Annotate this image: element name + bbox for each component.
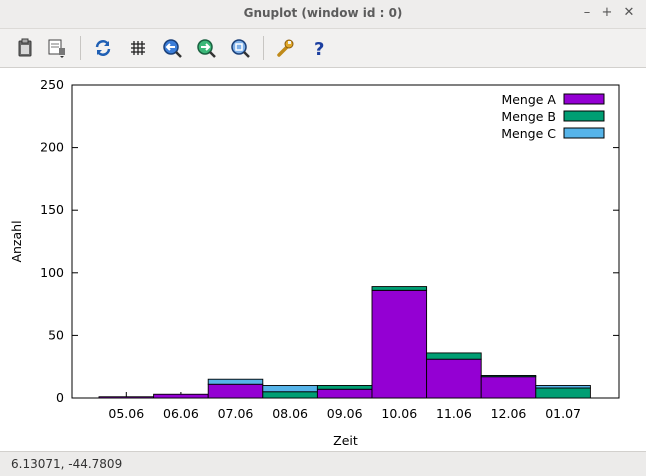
y-axis-label: Anzahl	[9, 220, 24, 262]
legend-label: Menge B	[501, 109, 556, 124]
legend-label: Menge A	[501, 92, 556, 107]
x-tick-label: 07.06	[218, 406, 254, 421]
x-tick-label: 09.06	[327, 406, 363, 421]
bar-menge-a	[426, 358, 482, 399]
clipboard-icon[interactable]	[14, 37, 36, 59]
bar-menge-b	[371, 286, 428, 291]
cursor-coordinates: 6.13071, -44.7809	[11, 457, 123, 471]
grid-icon[interactable]	[127, 37, 149, 59]
svg-text:?: ?	[314, 39, 324, 59]
help-icon[interactable]: ?	[309, 37, 331, 60]
zoom-auto-icon[interactable]	[229, 37, 251, 59]
y-tick-label: 50	[48, 327, 64, 342]
x-tick-label: 10.06	[381, 406, 417, 421]
bar-menge-a	[153, 393, 209, 399]
plot-canvas[interactable]: 0 50 100 150 200 250 05.06 06.06 07.06 08.06 09.06…	[0, 68, 646, 451]
bar-menge-b	[316, 385, 373, 390]
bar-menge-c	[535, 385, 591, 389]
x-tick-label: 06.06	[163, 406, 199, 421]
legend-label: Menge C	[501, 126, 556, 141]
print-icon[interactable]	[46, 37, 68, 59]
x-tick-label: 01.07	[545, 406, 581, 421]
toolbar: ?	[0, 29, 646, 68]
bar-menge-c	[262, 385, 318, 393]
status-bar: 6.13071, -44.7809	[0, 451, 646, 476]
y-tick-label: 100	[40, 265, 64, 280]
y-tick-label: 250	[40, 77, 64, 92]
legend-swatch	[563, 127, 605, 139]
x-tick-label: 11.06	[436, 406, 472, 421]
stacked-bar-chart: 0 50 100 150 200 250 05.06 06.06 07.06 08.06 09.06…	[9, 77, 620, 448]
maximize-button[interactable]: +	[598, 4, 616, 22]
y-tick-label: 0	[56, 390, 64, 405]
bar-menge-a	[207, 383, 264, 399]
x-axis-label: Zeit	[333, 433, 358, 448]
close-button[interactable]: ✕	[620, 4, 638, 22]
bar-menge-c	[207, 378, 264, 385]
x-tick-label: 05.06	[108, 406, 144, 421]
bar-menge-b	[426, 352, 482, 360]
zoom-prev-icon[interactable]	[161, 37, 183, 59]
legend-swatch	[563, 110, 605, 122]
bar-menge-a	[316, 388, 373, 399]
legend-swatch	[563, 93, 605, 105]
x-tick-label: 12.06	[491, 406, 527, 421]
bar-menge-a	[371, 289, 428, 399]
bar-menge-b	[262, 391, 318, 399]
toolbar-separator	[263, 36, 264, 60]
bar-menge-a	[480, 376, 537, 399]
bar-menge-b	[535, 387, 591, 399]
bar-menge-b	[480, 375, 537, 378]
x-tick-label: 08.06	[272, 406, 308, 421]
config-icon[interactable]	[274, 37, 296, 59]
minimize-button[interactable]: –	[578, 4, 596, 22]
bar-menge-a	[98, 396, 155, 399]
window-title: Gnuplot (window id : 0)	[243, 6, 403, 20]
title-bar: Gnuplot (window id : 0) – + ✕	[0, 0, 646, 29]
zoom-next-icon[interactable]	[195, 37, 217, 59]
toolbar-separator	[80, 36, 81, 60]
y-tick-label: 200	[40, 140, 64, 155]
replot-icon[interactable]	[92, 37, 114, 59]
y-tick-label: 150	[40, 202, 64, 217]
